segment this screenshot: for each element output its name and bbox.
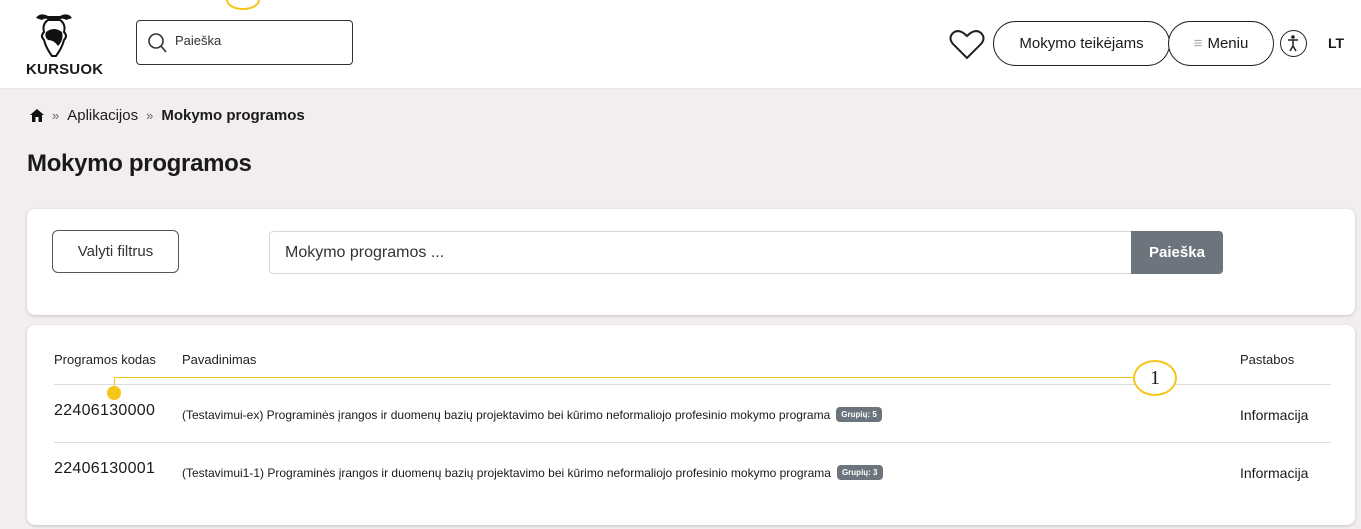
programs-table: Programos kodas Pavadinimas Pastabos 224… xyxy=(27,325,1355,525)
home-icon[interactable] xyxy=(30,109,44,122)
cow-logo-icon xyxy=(36,14,72,57)
menu-button[interactable]: ≡ Meniu xyxy=(1168,21,1274,66)
annotation-arc-icon xyxy=(226,0,260,10)
breadcrumb: » Aplikacijos » Mokymo programos xyxy=(30,107,305,124)
program-name[interactable]: (Testavimui1-1) Programinės įrangos ir d… xyxy=(182,465,883,480)
column-header-name: Pavadinimas xyxy=(182,352,257,367)
menu-label: Meniu xyxy=(1207,35,1249,52)
program-name-text: (Testavimui1-1) Programinės įrangos ir d… xyxy=(182,465,831,480)
program-search-input[interactable] xyxy=(269,231,1131,274)
column-header-notes: Pastabos xyxy=(1240,352,1295,367)
annotation-line xyxy=(114,377,1134,378)
table-row[interactable]: 22406130000 (Testavimui-ex) Programinės … xyxy=(54,384,1331,442)
breadcrumb-item-current: Mokymo programos xyxy=(161,107,305,124)
breadcrumb-separator: » xyxy=(52,108,60,123)
accessibility-figure-icon xyxy=(1288,35,1298,52)
hamburger-icon: ≡ xyxy=(1193,35,1203,52)
logo-text: KURSUOK xyxy=(26,61,104,78)
program-search-button[interactable]: Paieška xyxy=(1131,231,1223,274)
program-name[interactable]: (Testavimui-ex) Programinės įrangos ir d… xyxy=(182,407,882,422)
accessibility-icon[interactable] xyxy=(1280,30,1307,57)
annotation-number-badge: 1 xyxy=(1133,360,1177,396)
search-icon xyxy=(148,33,167,53)
header-search-box[interactable] xyxy=(136,20,353,65)
info-link[interactable]: Informacija xyxy=(1240,407,1308,423)
provider-button[interactable]: Mokymo teikėjams xyxy=(993,21,1170,66)
breadcrumb-separator: » xyxy=(146,108,154,123)
program-code: 22406130001 xyxy=(54,460,156,477)
clear-filters-button[interactable]: Valyti filtrus xyxy=(52,230,179,273)
annotation-dot xyxy=(107,386,121,400)
header-search-input[interactable] xyxy=(175,33,345,48)
info-link[interactable]: Informacija xyxy=(1240,465,1308,481)
kursuok-logo[interactable]: KURSUOK xyxy=(26,10,116,78)
heart-icon[interactable] xyxy=(949,28,985,60)
groups-badge: Grupių: 3 xyxy=(836,465,883,480)
page-title: Mokymo programos xyxy=(27,150,252,177)
language-switch[interactable]: LT xyxy=(1328,35,1344,51)
breadcrumb-item-aplikacijos[interactable]: Aplikacijos xyxy=(67,107,138,124)
column-header-code: Programos kodas xyxy=(54,352,156,367)
site-header: KURSUOK Mokymo teikėjams ≡ Meniu LT xyxy=(0,0,1361,89)
table-row[interactable]: 22406130001 (Testavimui1-1) Programinės … xyxy=(54,442,1331,500)
filter-panel: Valyti filtrus Paieška xyxy=(27,209,1355,315)
groups-badge: Grupių: 5 xyxy=(836,407,882,422)
program-name-text: (Testavimui-ex) Programinės įrangos ir d… xyxy=(182,407,831,422)
program-code: 22406130000 xyxy=(54,402,156,419)
